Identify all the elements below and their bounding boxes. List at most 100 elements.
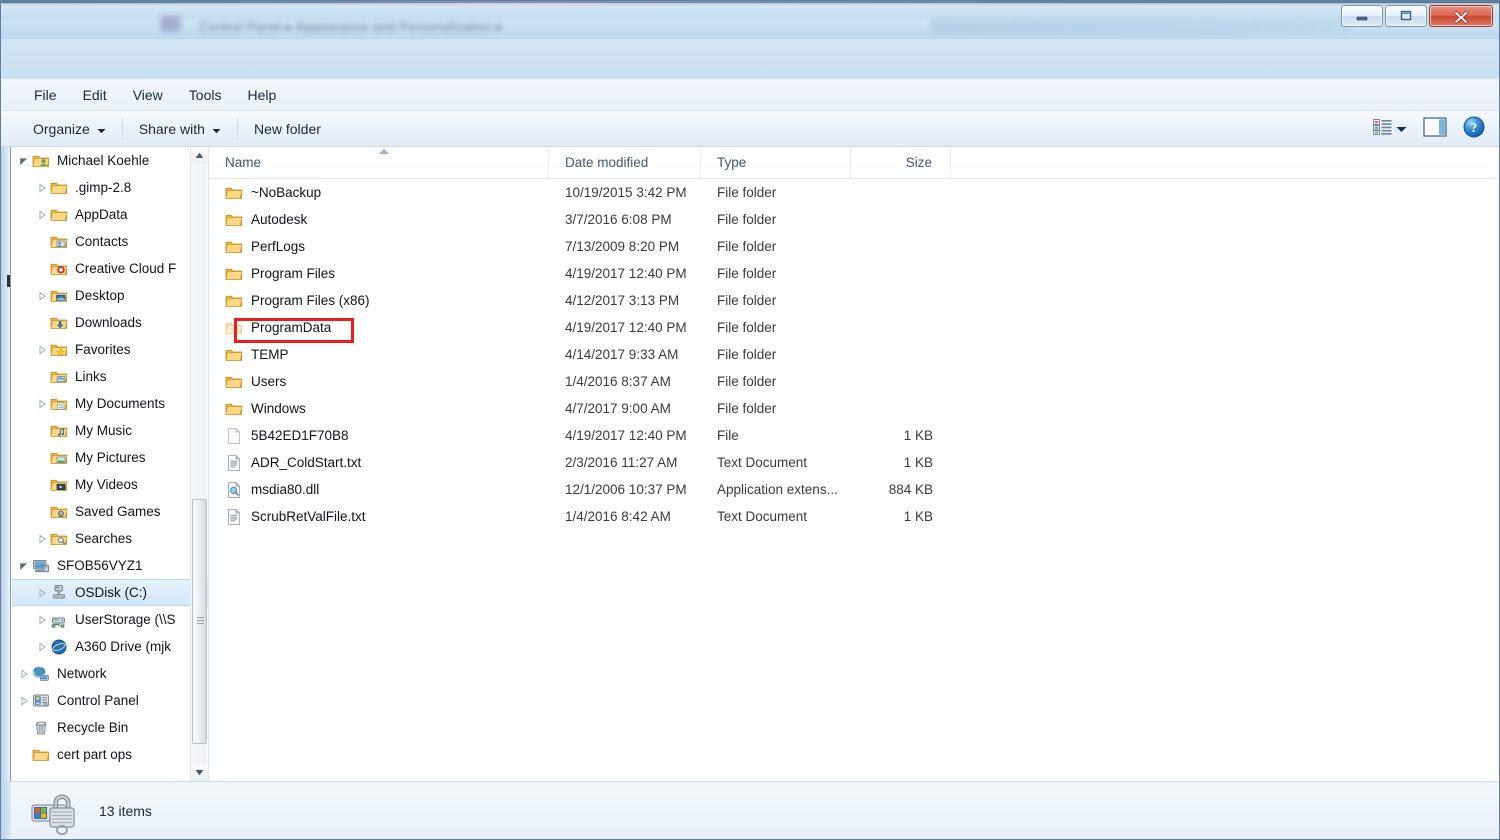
menu-tools[interactable]: Tools — [178, 83, 233, 107]
file-row[interactable]: Users 1/4/2016 8:37 AM File folder — [209, 368, 1499, 395]
file-row[interactable]: Autodesk 3/7/2016 6:08 PM File folder — [209, 206, 1499, 233]
sidebar-item-userstorage-s[interactable]: UserStorage (\\S — [12, 606, 208, 633]
column-header-size[interactable]: Size — [851, 147, 951, 178]
menu-help[interactable]: Help — [236, 83, 287, 107]
file-name-cell[interactable]: ScrubRetValFile.txt — [209, 508, 549, 526]
share-with-button[interactable]: Share with — [129, 116, 231, 142]
file-row[interactable]: ADR_ColdStart.txt 2/3/2016 11:27 AM Text D… — [209, 449, 1499, 476]
organize-button[interactable]: Organize — [23, 116, 116, 142]
change-view-button[interactable] — [1367, 115, 1413, 144]
videos-folder-icon — [50, 476, 68, 494]
preview-pane-button[interactable] — [1417, 113, 1453, 146]
sidebar-item-recycle-bin[interactable]: Recycle Bin — [12, 714, 208, 741]
sidebar-item-my-videos[interactable]: My Videos — [12, 471, 208, 498]
tree-twisty[interactable] — [16, 147, 32, 174]
sidebar-item-desktop[interactable]: Desktop — [12, 282, 208, 309]
tree-twisty[interactable] — [34, 579, 50, 606]
file-row[interactable]: PerfLogs 7/13/2009 8:20 PM File folder — [209, 233, 1499, 260]
menu-edit[interactable]: Edit — [72, 83, 118, 107]
menu-view[interactable]: View — [122, 83, 174, 107]
file-name-cell[interactable]: ~NoBackup — [209, 184, 549, 202]
sidebar-item-michael-koehle[interactable]: Michael Koehle — [12, 147, 208, 174]
file-name-cell[interactable]: msdia80.dll — [209, 481, 549, 499]
sidebar-item-searches[interactable]: Searches — [12, 525, 208, 552]
tree-twisty[interactable] — [16, 552, 32, 579]
chevron-down-icon — [212, 121, 221, 137]
file-name-cell[interactable]: Users — [209, 373, 549, 391]
folder-icon — [225, 373, 243, 391]
column-header-name[interactable]: Name — [209, 147, 549, 178]
item-count-label: 13 items — [99, 802, 152, 819]
sidebar-item-creative-cloud-f[interactable]: Creative Cloud F — [12, 255, 208, 282]
file-name-cell[interactable]: PerfLogs — [209, 238, 549, 256]
file-name-cell[interactable]: Autodesk — [209, 211, 549, 229]
file-row[interactable]: TEMP 4/14/2017 9:33 AM File folder — [209, 341, 1499, 368]
file-name-cell[interactable]: ProgramData — [209, 319, 549, 337]
sidebar-item-contacts[interactable]: Contacts — [12, 228, 208, 255]
tree-twisty[interactable] — [34, 201, 50, 228]
sidebar-item-appdata[interactable]: AppData — [12, 201, 208, 228]
file-name-cell[interactable]: ADR_ColdStart.txt — [209, 454, 549, 472]
column-header-date-modified[interactable]: Date modified — [549, 147, 701, 178]
tree-twisty[interactable] — [34, 174, 50, 201]
file-row[interactable]: msdia80.dll 12/1/2006 10:37 PM Application… — [209, 476, 1499, 503]
title-bar[interactable]: Control Panel ▸ Appearance and Personali… — [1, 1, 1499, 39]
sidebar-item-network[interactable]: Network — [12, 660, 208, 687]
file-row[interactable]: Program Files (x86) 4/12/2017 3:13 PM File… — [209, 287, 1499, 314]
text-file-icon — [228, 508, 241, 525]
scroll-up-button[interactable] — [191, 147, 208, 164]
sidebar-item-osdisk-c[interactable]: OSDisk (C:) — [12, 579, 208, 606]
sidebar-item-control-panel[interactable]: Control Panel — [12, 687, 208, 714]
tree-twisty[interactable] — [16, 687, 32, 714]
file-name-cell[interactable]: Program Files — [209, 265, 549, 283]
tree-twisty[interactable] — [34, 336, 50, 363]
file-name-cell[interactable]: 5B42ED1F70B8 — [209, 427, 549, 445]
sidebar-item-downloads[interactable]: Downloads — [12, 309, 208, 336]
scroll-down-button[interactable] — [191, 764, 208, 781]
file-row[interactable]: 5B42ED1F70B8 4/19/2017 12:40 PM File 1 KB — [209, 422, 1499, 449]
file-name-cell[interactable]: TEMP — [209, 346, 549, 364]
file-row[interactable]: ~NoBackup 10/19/2015 3:42 PM File folder — [209, 179, 1499, 206]
computer-icon — [32, 557, 50, 575]
file-row[interactable]: Windows 4/7/2017 9:00 AM File folder — [209, 395, 1499, 422]
user-folder-icon — [32, 155, 50, 167]
help-button[interactable]: ? — [1457, 112, 1491, 147]
scrollbar-thumb[interactable] — [192, 499, 207, 744]
column-header-type[interactable]: Type — [701, 147, 851, 178]
new-folder-button[interactable]: New folder — [244, 116, 331, 142]
maximize-button[interactable] — [1385, 5, 1427, 27]
sidebar-item-sfob56vyz1[interactable]: SFOB56VYZ1 — [12, 552, 208, 579]
controlpanel-icon — [32, 692, 50, 710]
tree-twisty[interactable] — [34, 633, 50, 660]
tree-twisty[interactable] — [34, 282, 50, 309]
file-row[interactable]: ProgramData 4/19/2017 12:40 PM File folder — [209, 314, 1499, 341]
tree-twisty[interactable] — [16, 660, 32, 687]
column-header-label: Type — [717, 154, 747, 170]
sidebar-item-favorites[interactable]: Favorites — [12, 336, 208, 363]
tree-twisty[interactable] — [34, 606, 50, 633]
dll-file-icon — [225, 481, 243, 499]
new-folder-label: New folder — [253, 120, 321, 137]
tree-twisty[interactable] — [34, 390, 50, 417]
favorites-folder-icon — [50, 341, 68, 359]
file-row[interactable]: Program Files 4/19/2017 12:40 PM File fold… — [209, 260, 1499, 287]
twisty-collapsed-icon — [39, 614, 46, 625]
file-type-cell: File folder — [717, 239, 777, 254]
navigation-pane-scrollbar[interactable] — [190, 147, 208, 781]
close-button[interactable] — [1429, 5, 1493, 27]
sidebar-item-my-pictures[interactable]: My Pictures — [12, 444, 208, 471]
file-name-cell[interactable]: Program Files (x86) — [209, 292, 549, 310]
sidebar-item-my-documents[interactable]: My Documents — [12, 390, 208, 417]
file-name-cell[interactable]: Windows — [209, 400, 549, 418]
menu-file[interactable]: File — [23, 83, 68, 107]
sidebar-item-my-music[interactable]: My Music — [12, 417, 208, 444]
minimize-button[interactable] — [1341, 5, 1383, 27]
folder-icon — [225, 241, 243, 253]
sidebar-item-cert-part-ops[interactable]: cert part ops — [12, 741, 208, 768]
file-row[interactable]: ScrubRetValFile.txt 1/4/2016 8:42 AM Text … — [209, 503, 1499, 530]
sidebar-item-a360-drive-mjk[interactable]: A360 Drive (mjk — [12, 633, 208, 660]
sidebar-item-links[interactable]: Links — [12, 363, 208, 390]
tree-twisty[interactable] — [34, 525, 50, 552]
sidebar-item-gimp-2-8[interactable]: .gimp-2.8 — [12, 174, 208, 201]
sidebar-item-saved-games[interactable]: Saved Games — [12, 498, 208, 525]
